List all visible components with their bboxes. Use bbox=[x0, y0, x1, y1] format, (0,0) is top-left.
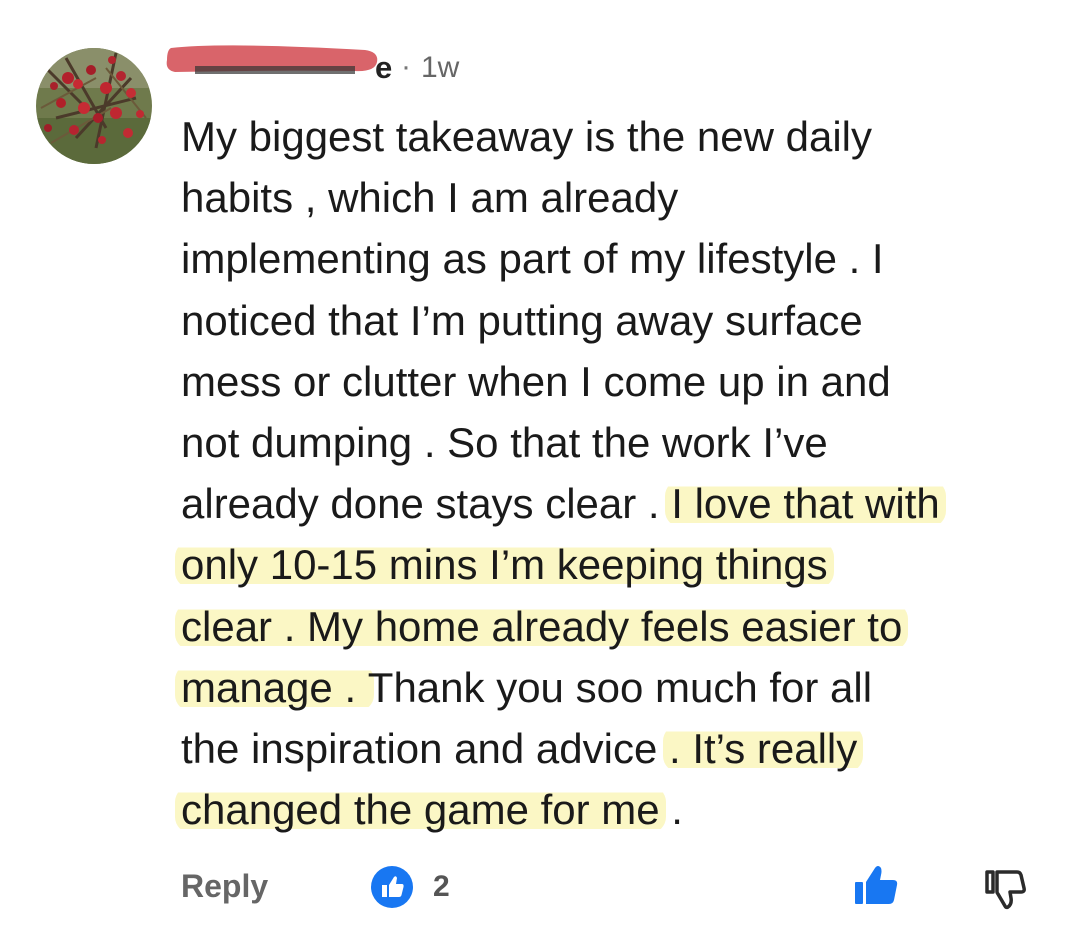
comment-text: My biggest takeaway is the new daily bbox=[181, 113, 873, 160]
comment-body: My biggest takeaway is the new daily hab… bbox=[175, 106, 1061, 840]
highlighted-text: clear . My home already feels easier to bbox=[175, 602, 909, 650]
highlighted-text: manage . bbox=[175, 663, 374, 711]
comment-line: implementing as part of my lifestyle . I bbox=[181, 228, 1061, 289]
highlighted-text: . It’s really bbox=[662, 725, 864, 773]
dislike-button[interactable] bbox=[981, 864, 1029, 912]
highlighted-text: changed the game for me bbox=[175, 786, 666, 834]
like-reaction-icon[interactable] bbox=[371, 866, 413, 908]
comment-text: not dumping . So that the work I’ve bbox=[181, 419, 828, 467]
author-name-visible[interactable]: e bbox=[375, 50, 392, 86]
redacted-author-name bbox=[166, 45, 378, 74]
highlighted-text: I love that with bbox=[665, 480, 946, 528]
highlighted-text: only 10-15 mins I’m keeping things bbox=[175, 541, 834, 589]
comment-actions: Reply 2 bbox=[181, 862, 1041, 912]
like-count: 2 bbox=[433, 870, 450, 903]
comment-text: noticed that I’m putting away surface bbox=[181, 296, 863, 344]
like-button[interactable] bbox=[853, 862, 901, 910]
avatar-image bbox=[36, 48, 152, 164]
comment-line: manage . Thank you soo much for all bbox=[175, 657, 1061, 718]
comment-line: the inspiration and advice . It’s really bbox=[181, 718, 1061, 779]
meta-separator: · bbox=[401, 50, 411, 83]
comment-header: e · 1w bbox=[165, 44, 565, 94]
comment-text: mess or clutter when I come up in and bbox=[181, 357, 891, 405]
reply-button[interactable]: Reply bbox=[181, 868, 268, 905]
comment-line: only 10-15 mins I’m keeping things bbox=[175, 534, 1061, 595]
comment-line: changed the game for me . bbox=[175, 779, 1061, 840]
comment-line: habits , which I am already bbox=[181, 167, 1061, 228]
comment-text: . bbox=[659, 786, 683, 834]
comment-timestamp[interactable]: 1w bbox=[421, 51, 459, 85]
comment-text: the inspiration and advice bbox=[181, 725, 669, 773]
comment-line: clear . My home already feels easier to bbox=[175, 596, 1061, 657]
comment-text: habits , which I am already bbox=[181, 174, 679, 222]
comment-line: mess or clutter when I come up in and bbox=[181, 351, 1061, 412]
comment-line: already done stays clear . I love that w… bbox=[181, 473, 1061, 534]
thumbs-down-icon bbox=[985, 870, 1026, 910]
comment-text: implementing as part of my lifestyle . I bbox=[181, 235, 884, 283]
comment-line: noticed that I’m putting away surface bbox=[181, 290, 1061, 351]
comment-line: not dumping . So that the work I’ve bbox=[181, 412, 1061, 473]
thumbs-up-icon bbox=[855, 866, 898, 904]
avatar[interactable] bbox=[36, 48, 152, 164]
comment-line: My biggest takeaway is the new daily bbox=[181, 106, 1061, 167]
thumbs-up-icon bbox=[382, 876, 404, 897]
comment-text: already done stays clear . bbox=[181, 480, 672, 528]
comment-text: Thank you soo much for all bbox=[367, 663, 873, 711]
